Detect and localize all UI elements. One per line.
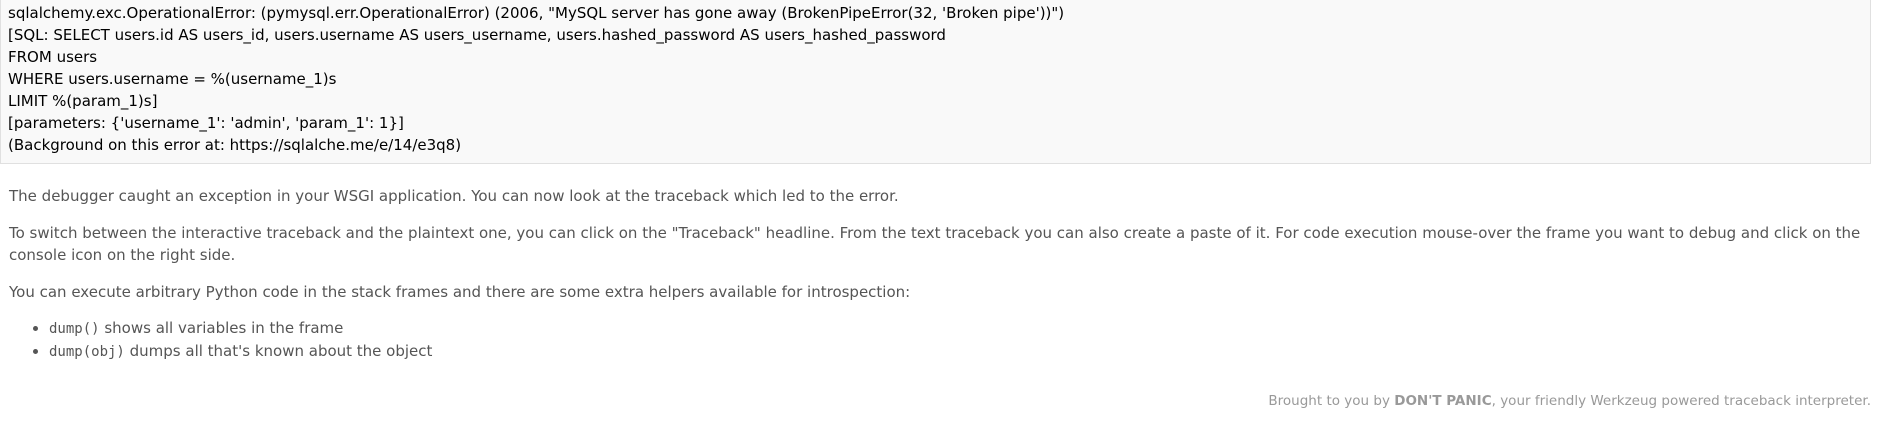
error-line-sql: [SQL: SELECT users.id AS users_id, users…: [8, 26, 946, 44]
footer-brand: DON'T PANIC: [1394, 393, 1492, 409]
footer: Brought to you by DON'T PANIC, your frie…: [1268, 393, 1871, 409]
footer-suffix: , your friendly Werkzeug powered traceba…: [1491, 393, 1871, 409]
explanation-intro: The debugger caught an exception in your…: [9, 187, 899, 205]
helper-item-dump: dump() shows all variables in the frame: [49, 317, 1871, 340]
helper-code: dump(): [49, 321, 100, 337]
helper-description: shows all variables in the frame: [99, 319, 344, 337]
error-line-from: FROM users: [8, 48, 98, 66]
helper-description: dumps all that's known about the object: [124, 342, 433, 360]
helper-code: dump(obj): [49, 344, 125, 360]
error-line-exception: sqlalchemy.exc.OperationalError: (pymysq…: [8, 4, 1065, 22]
error-line-limit: LIMIT %(param_1)s]: [8, 92, 158, 110]
explanation-switch-help: To switch between the interactive traceb…: [9, 223, 1861, 265]
explanation-helpers-intro: You can execute arbitrary Python code in…: [9, 282, 911, 301]
helpers-list: dump() shows all variables in the frame …: [9, 317, 1871, 363]
error-message-box: sqlalchemy.exc.OperationalError: (pymysq…: [0, 0, 1871, 164]
error-line-where: WHERE users.username = %(username_1)s: [8, 70, 337, 88]
footer-prefix: Brought to you by: [1268, 393, 1395, 409]
explanation-section: The debugger caught an exception in your…: [9, 185, 1871, 363]
error-line-parameters: [parameters: {'username_1': 'admin', 'pa…: [8, 114, 404, 132]
error-line-background: (Background on this error at: https://sq…: [8, 136, 462, 154]
helper-item-dump-obj: dump(obj) dumps all that's known about t…: [49, 340, 1871, 363]
